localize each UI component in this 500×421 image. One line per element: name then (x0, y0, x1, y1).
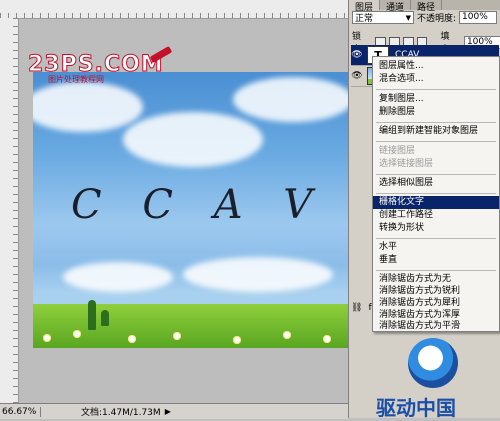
site-logo: 23PS.COM 图片处理教程网 (28, 52, 164, 85)
menu-item-duplicate-layer[interactable]: 复制图层... (373, 93, 499, 106)
tab-channels[interactable]: 通道 (380, 0, 412, 13)
flower (173, 332, 181, 340)
flower (233, 336, 241, 344)
menu-separator (376, 238, 496, 239)
chevron-down-icon: ▼ (405, 13, 411, 22)
watermark-badge: 驱动中国 (372, 338, 500, 420)
menu-separator (376, 270, 496, 271)
layer-context-menu: 图层属性... 混合选项... 复制图层... 删除图层 编组到新建智能对象图层… (372, 56, 500, 332)
menu-item-link-layers: 链接图层 (379, 146, 416, 156)
menu-item-antialias-smooth[interactable]: 消除锯齿方式为平滑 (373, 320, 499, 333)
menu-item-select-linked-layers: 选择链接图层 (379, 159, 434, 169)
opacity-input[interactable]: 100% (459, 11, 498, 24)
document-canvas[interactable]: C C A V (33, 72, 348, 348)
menu-item-layer-properties[interactable]: 图层属性... (373, 60, 499, 73)
vertical-ruler[interactable] (0, 18, 19, 403)
eye-icon[interactable]: 👁 (351, 50, 363, 60)
cloud (63, 262, 173, 292)
cloud (233, 77, 348, 122)
document-info: 文档:1.47M/1.73M (81, 408, 161, 418)
cloud (33, 82, 143, 132)
menu-separator (376, 174, 496, 175)
blend-row: 正常 ▼ 不透明度: 100% (352, 11, 498, 24)
tree (101, 310, 109, 326)
menu-item-convert-smart-object[interactable]: 编组到新建智能对象图层 (373, 125, 499, 138)
opacity-label: 不透明度: (417, 14, 457, 24)
panel-tabs: 图层 通道 路径 (349, 0, 500, 13)
flower (43, 334, 51, 342)
menu-item-select-similar-layers[interactable]: 选择相似图层 (373, 177, 499, 190)
grass (33, 304, 348, 348)
status-menu-arrow-icon[interactable]: ▶ (165, 407, 171, 416)
menu-item-rasterize-type[interactable]: 栅格化文字 (373, 196, 499, 209)
flower (128, 335, 136, 343)
menu-separator (376, 89, 496, 90)
menu-item-blending-options[interactable]: 混合选项... (373, 73, 499, 86)
horizontal-ruler[interactable] (0, 0, 348, 19)
tab-layers[interactable]: 图层 (349, 0, 381, 13)
tab-paths[interactable]: 路径 (411, 0, 443, 13)
flower (323, 335, 331, 343)
menu-item-create-work-path[interactable]: 创建工作路径 (373, 209, 499, 222)
eye-icon[interactable]: 👁 (351, 71, 363, 81)
menu-separator (376, 122, 496, 123)
menu-separator (376, 141, 496, 142)
flower (283, 331, 291, 339)
blend-mode-value: 正常 (355, 14, 374, 24)
watermark-logo-icon (408, 338, 458, 388)
watermark-text: 驱动中国 (376, 396, 456, 420)
menu-item-convert-to-shape[interactable]: 转换为形状 (373, 222, 499, 235)
cloud (123, 112, 263, 167)
link-layers-icon[interactable]: ⛓ (351, 303, 362, 313)
menu-item-vertical[interactable]: 垂直 (373, 254, 499, 267)
zoom-level[interactable]: 66.67% (0, 406, 41, 417)
blend-mode-select[interactable]: 正常 ▼ (352, 11, 414, 24)
flower (73, 330, 81, 338)
text-layer-content[interactable]: C C A V (71, 182, 326, 228)
cloud (183, 257, 333, 292)
menu-item-horizontal[interactable]: 水平 (373, 241, 499, 254)
menu-item-delete-layer[interactable]: 删除图层 (373, 106, 499, 119)
tree (88, 300, 96, 330)
menu-separator (376, 193, 496, 194)
status-bar: 66.67% 文档:1.47M/1.73M ▶ (0, 403, 348, 419)
